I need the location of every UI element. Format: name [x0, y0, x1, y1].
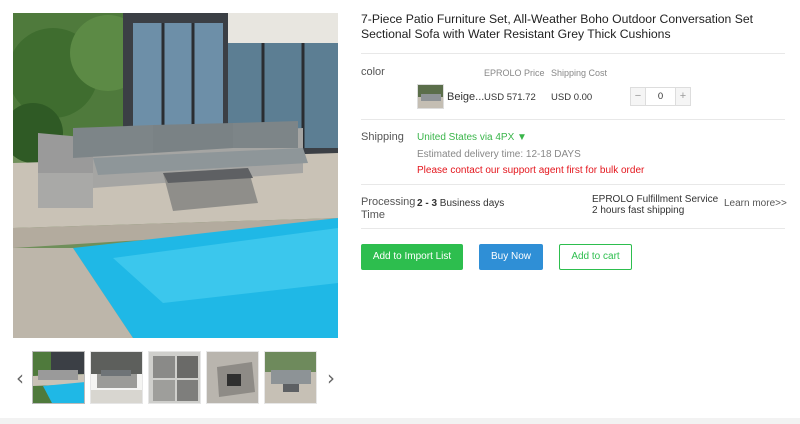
add-to-cart-button[interactable]: Add to cart	[559, 244, 632, 270]
variant-price: USD 571.72	[484, 92, 536, 103]
quantity-input[interactable]: 0	[646, 88, 675, 105]
quantity-stepper: − 0 +	[630, 87, 691, 106]
fulfillment-service: EPROLO Fulfillment Service 2 hours fast …	[592, 194, 718, 216]
page-bottom-strip	[0, 418, 800, 424]
variant-shipping-cost: USD 0.00	[551, 92, 593, 103]
processing-days-unit: Business days	[437, 198, 505, 209]
shipping-method-dropdown[interactable]: United States via 4PX ▼	[417, 132, 527, 143]
increment-button[interactable]: +	[675, 88, 690, 105]
add-to-import-list-button[interactable]: Add to Import List	[361, 244, 463, 270]
shipping-cost-header: Shipping Cost	[551, 68, 608, 78]
thumbnail-5[interactable]	[264, 351, 317, 404]
processing-label-line2: Time	[361, 209, 386, 221]
thumbnail-3[interactable]	[148, 351, 201, 404]
processing-time-label: Processing Time	[361, 196, 415, 222]
thumbnail-1[interactable]	[32, 351, 85, 404]
learn-more-link[interactable]: Learn more>>	[724, 198, 787, 209]
divider	[361, 184, 785, 185]
variant-name[interactable]: Beige...	[447, 91, 484, 103]
variant-thumbnail[interactable]	[417, 84, 444, 109]
buy-now-button[interactable]: Buy Now	[479, 244, 543, 270]
processing-days-range: 2 - 3	[417, 198, 438, 209]
color-label: color	[361, 66, 385, 78]
processing-label-line1: Processing	[361, 196, 416, 208]
thumbnail-4[interactable]	[206, 351, 259, 404]
product-title: 7-Piece Patio Furniture Set, All-Weather…	[361, 12, 754, 41]
main-product-image[interactable]	[13, 13, 338, 338]
fulfillment-service-name: EPROLO Fulfillment Service	[592, 194, 719, 205]
chevron-right-icon[interactable]: ›	[324, 365, 338, 391]
chevron-left-icon[interactable]: ‹	[13, 365, 27, 391]
processing-days: 2 - 3 Business days	[417, 198, 504, 209]
decrement-button[interactable]: −	[631, 88, 646, 105]
fulfillment-service-note: 2 hours fast shipping	[592, 205, 685, 216]
divider	[361, 53, 785, 54]
thumbnail-strip: ‹ ›	[13, 351, 338, 405]
bulk-order-warning: Please contact our support agent first f…	[417, 165, 645, 176]
thumbnail-2[interactable]	[90, 351, 143, 404]
divider	[361, 119, 785, 120]
delivery-estimate: Estimated delivery time: 12-18 DAYS	[417, 149, 581, 160]
shipping-label: Shipping	[361, 131, 404, 143]
price-header: EPROLO Price	[484, 68, 545, 78]
divider	[361, 228, 785, 229]
